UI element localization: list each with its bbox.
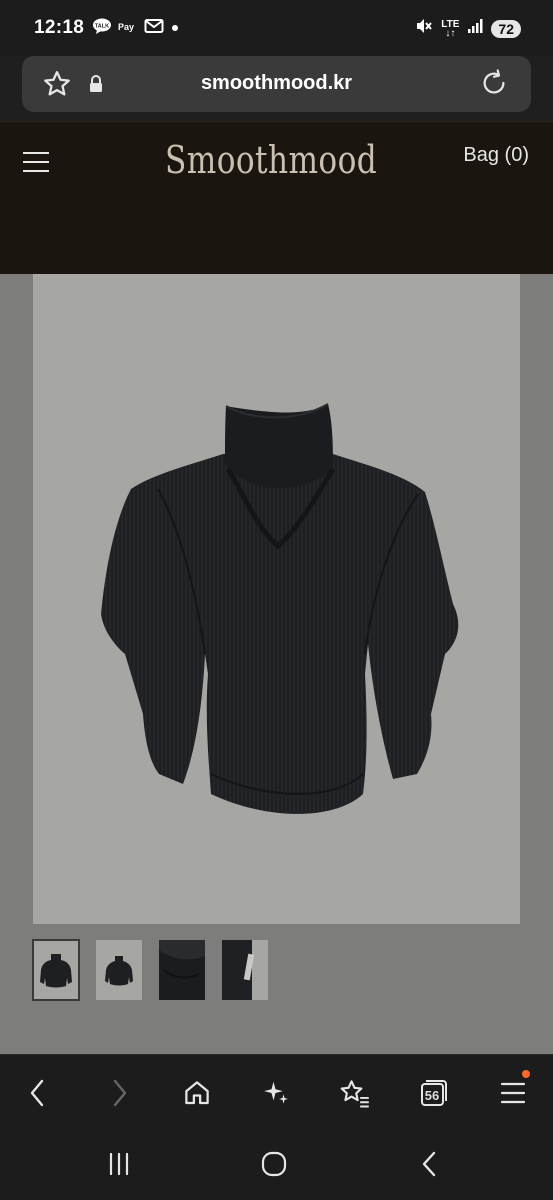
notification-dot (522, 1070, 530, 1078)
talk-icon: TALK (92, 18, 112, 39)
home-circle-icon (261, 1151, 287, 1177)
phone-screen: 12:18 TALK Pay LTE ↓↑ 72 smoothmood.kr S… (0, 0, 553, 1200)
thumbnail-collar-detail[interactable] (159, 940, 205, 1000)
tabs-count: 56 (424, 1087, 440, 1103)
star-list-icon (340, 1080, 369, 1108)
address-bar[interactable]: smoothmood.kr (22, 56, 531, 112)
thumbnail-front[interactable] (32, 939, 80, 1001)
sparkle-icon (264, 1081, 288, 1104)
thumbnail-strip (32, 939, 268, 1001)
svg-text:TALK: TALK (95, 24, 109, 30)
site-header: Smoothmood Bag (0) (0, 121, 553, 274)
home-button[interactable] (177, 1073, 217, 1113)
home-icon (185, 1081, 209, 1105)
bookmarks-button[interactable] (334, 1073, 374, 1113)
status-notifications: TALK Pay (92, 18, 180, 39)
svg-text:Pay: Pay (118, 22, 134, 32)
site-logo[interactable]: Smoothmood (165, 138, 377, 182)
chevron-right-icon (113, 1079, 127, 1107)
mail-icon (144, 18, 164, 39)
dot-icon (170, 20, 180, 38)
thumbnail-front-small[interactable] (96, 940, 142, 1000)
reload-icon[interactable] (479, 68, 509, 103)
browser-menu-icon (500, 1082, 526, 1104)
url-text[interactable]: smoothmood.kr (22, 72, 531, 95)
mute-icon (415, 17, 433, 40)
status-bar: 12:18 TALK Pay LTE ↓↑ 72 (0, 0, 553, 56)
home-nav-button[interactable] (254, 1148, 294, 1180)
system-navigation-bar (0, 1128, 553, 1200)
menu-button[interactable] (493, 1070, 533, 1113)
product-gallery (0, 274, 553, 1054)
thumbnail-label-detail[interactable] (222, 940, 268, 1000)
recents-icon (109, 1152, 129, 1176)
back-button[interactable] (18, 1073, 58, 1113)
tabs-button[interactable]: 56 (413, 1073, 453, 1113)
recents-button[interactable] (99, 1148, 139, 1180)
menu-icon[interactable] (23, 152, 49, 174)
ai-assist-button[interactable] (256, 1073, 296, 1113)
browser-toolbar: 56 (0, 1054, 553, 1128)
back-arrow-icon (422, 1151, 436, 1177)
forward-button[interactable] (99, 1073, 139, 1113)
back-nav-button[interactable] (410, 1148, 450, 1180)
status-indicators: LTE ↓↑ 72 (415, 17, 521, 40)
chevron-left-icon (30, 1079, 44, 1107)
bag-link[interactable]: Bag (0) (463, 144, 529, 167)
network-type: LTE ↓↑ (441, 18, 460, 39)
naver-icon: Pay (118, 19, 138, 38)
signal-icon (467, 18, 483, 39)
sweater-image (101, 403, 459, 814)
status-time: 12:18 (34, 17, 85, 38)
product-main-image[interactable] (33, 274, 520, 924)
battery-level: 72 (491, 19, 521, 38)
